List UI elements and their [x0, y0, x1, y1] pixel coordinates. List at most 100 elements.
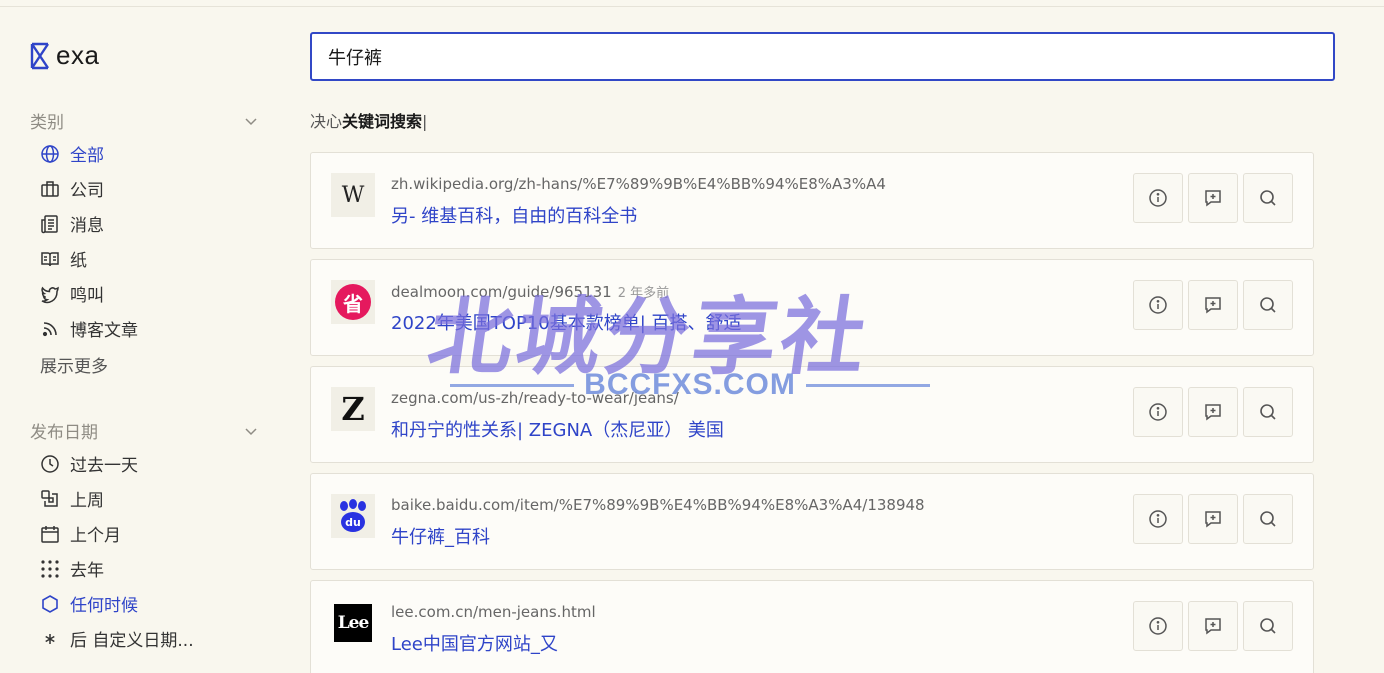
category-item-label: 鸣叫 [70, 286, 104, 306]
baidu-paw: du [336, 499, 370, 533]
category-item-news[interactable]: 消息 [40, 206, 138, 241]
dealmoon-badge: 省 [335, 284, 371, 320]
ask-button[interactable] [1188, 387, 1238, 437]
exa-logo-icon [30, 42, 49, 69]
ask-button[interactable] [1188, 494, 1238, 544]
result-actions [1133, 494, 1293, 544]
dots-grid-icon [41, 559, 59, 578]
briefcase-icon [41, 180, 59, 197]
date-menu: 过去一天 上周 上个月 去年 任何时候 后 自定义日期... [40, 446, 194, 656]
message-plus-icon [1205, 297, 1221, 314]
search-icon [1260, 618, 1276, 634]
favicon-text: Lee [337, 613, 370, 633]
favicon-text: Z [341, 390, 365, 428]
find-similar-button[interactable] [1243, 280, 1293, 330]
ask-button[interactable] [1188, 280, 1238, 330]
result-title[interactable]: 2022年美国TOP10基本款榜单| 百搭、舒适 [391, 309, 742, 335]
search-icon [1260, 511, 1276, 527]
category-item-tweet[interactable]: 鸣叫 [40, 276, 138, 311]
search-icon [1260, 297, 1276, 313]
category-item-company[interactable]: 公司 [40, 171, 138, 206]
logo-text: exa [56, 40, 100, 70]
category-item-label: 全部 [70, 146, 104, 166]
category-menu: 全部 公司 消息 纸 鸣叫 博客文章 [40, 136, 138, 346]
favicon-text: W [341, 182, 365, 208]
zegna-logo: Z [331, 387, 375, 431]
message-plus-icon [1205, 404, 1221, 421]
show-more-link[interactable]: 展示更多 [40, 352, 108, 377]
result-url: dealmoon.com/guide/965131 2 年多前 [391, 282, 669, 301]
date-item-label: 去年 [70, 561, 104, 581]
logo[interactable]: exa [30, 40, 99, 71]
search-icon [1260, 190, 1276, 206]
date-item-last-year[interactable]: 去年 [40, 551, 194, 586]
info-icon [1149, 189, 1167, 207]
info-button[interactable] [1133, 173, 1183, 223]
category-item-label: 公司 [70, 181, 104, 201]
search-icon [1260, 404, 1276, 420]
result-actions [1133, 601, 1293, 651]
asterisk-icon [45, 633, 55, 644]
date-item-last-week[interactable]: 上周 [40, 481, 194, 516]
category-item-label: 消息 [70, 216, 104, 236]
twitter-icon [41, 286, 59, 303]
find-similar-button[interactable] [1243, 387, 1293, 437]
date-item-label: 上周 [70, 491, 104, 511]
search-mode-prefix: 决心 [310, 112, 343, 131]
date-item-custom[interactable]: 后 自定义日期... [40, 621, 194, 656]
date-item-past-day[interactable]: 过去一天 [40, 446, 194, 481]
message-plus-icon [1205, 190, 1221, 207]
news-icon [41, 214, 58, 233]
chevron-down-icon [245, 427, 257, 435]
date-item-label: 上个月 [70, 526, 121, 546]
result-url: zegna.com/us-zh/ready-to-wear/jeans/ [391, 389, 679, 407]
date-title: 发布日期 [30, 423, 98, 443]
date-header[interactable]: 发布日期 [30, 418, 258, 443]
search-mode-label: 关键词搜索 [342, 112, 423, 131]
date-item-last-month[interactable]: 上个月 [40, 516, 194, 551]
search-mode-cursor: | [422, 112, 428, 131]
result-actions [1133, 387, 1293, 437]
result-title[interactable]: 和丹宁的性关系| ZEGNA（杰尼亚） 美国 [391, 416, 724, 442]
ask-button[interactable] [1188, 601, 1238, 651]
info-button[interactable] [1133, 280, 1183, 330]
find-similar-button[interactable] [1243, 601, 1293, 651]
result-card: du baike.baidu.com/item/%E7%89%9B%E4%BB%… [310, 473, 1314, 570]
clock-icon [41, 454, 59, 473]
result-url: baike.baidu.com/item/%E7%89%9B%E4%BB%94%… [391, 496, 925, 514]
info-button[interactable] [1133, 601, 1183, 651]
result-title[interactable]: 另- 维基百科，自由的百科全书 [391, 202, 637, 228]
date-item-any-time[interactable]: 任何时候 [40, 586, 194, 621]
rss-icon [42, 321, 57, 336]
category-item-blog[interactable]: 博客文章 [40, 311, 138, 346]
result-card: Z zegna.com/us-zh/ready-to-wear/jeans/ 和… [310, 366, 1314, 463]
result-title[interactable]: Lee中国官方网站_又 [391, 630, 558, 656]
category-item-all[interactable]: 全部 [40, 136, 138, 171]
result-age: 2 年多前 [617, 286, 670, 301]
baidu-logo: du [331, 494, 375, 538]
results-list: W zh.wikipedia.org/zh-hans/%E7%89%9B%E4%… [310, 152, 1314, 673]
info-icon [1149, 510, 1167, 528]
result-title[interactable]: 牛仔裤_百科 [391, 523, 490, 549]
category-header[interactable]: 类别 [30, 108, 258, 133]
result-url: lee.com.cn/men-jeans.html [391, 603, 596, 621]
find-similar-button[interactable] [1243, 494, 1293, 544]
result-url-text: zegna.com/us-zh/ready-to-wear/jeans/ [391, 389, 679, 407]
result-url: zh.wikipedia.org/zh-hans/%E7%89%9B%E4%BB… [391, 175, 886, 193]
search-input[interactable] [310, 32, 1335, 81]
info-icon [1149, 296, 1167, 314]
dealmoon-logo: 省 [331, 280, 375, 324]
sidebar: exa 类别 全部 公司 消息 纸 鸣叫 博客文章 展示更多 发布日期 过去一天… [0, 0, 290, 673]
category-item-paper[interactable]: 纸 [40, 241, 138, 276]
find-similar-button[interactable] [1243, 173, 1293, 223]
info-button[interactable] [1133, 387, 1183, 437]
result-card: 省 dealmoon.com/guide/965131 2 年多前 2022年美国… [310, 259, 1314, 356]
hexagon-icon [42, 594, 58, 613]
date-item-label: 后 自定义日期... [70, 631, 194, 651]
ask-button[interactable] [1188, 173, 1238, 223]
wikipedia-logo: W [331, 173, 375, 217]
date-item-label: 过去一天 [70, 456, 138, 476]
info-button[interactable] [1133, 494, 1183, 544]
search-mode[interactable]: 决心关键词搜索| [310, 108, 427, 132]
message-plus-icon [1205, 511, 1221, 528]
